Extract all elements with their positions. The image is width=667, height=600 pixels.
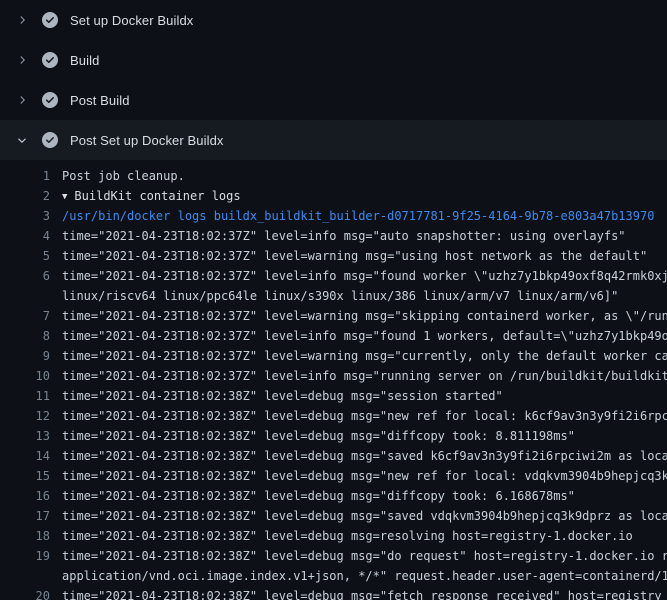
chevron-right-icon xyxy=(16,94,28,106)
log-line: 12time="2021-04-23T18:02:38Z" level=debu… xyxy=(0,406,667,426)
log-line: 5time="2021-04-23T18:02:37Z" level=warni… xyxy=(0,246,667,266)
line-number[interactable]: 19 xyxy=(0,546,50,566)
log-text: Post job cleanup. xyxy=(50,166,667,186)
check-circle-icon xyxy=(42,12,58,28)
check-circle-icon xyxy=(42,132,58,148)
log-line: 7time="2021-04-23T18:02:37Z" level=warni… xyxy=(0,306,667,326)
log-text: time="2021-04-23T18:02:37Z" level=warnin… xyxy=(50,306,667,326)
chevron-right-icon xyxy=(16,54,28,66)
log-section-header[interactable]: Build xyxy=(0,40,667,80)
line-number[interactable]: 10 xyxy=(0,366,50,386)
line-number[interactable]: 4 xyxy=(0,226,50,246)
log-line: 19time="2021-04-23T18:02:38Z" level=debu… xyxy=(0,546,667,566)
line-number[interactable]: 15 xyxy=(0,466,50,486)
log-section-header[interactable]: Post Build xyxy=(0,80,667,120)
section-label: Set up Docker Buildx xyxy=(70,13,193,28)
line-number[interactable]: 12 xyxy=(0,406,50,426)
check-circle-icon xyxy=(42,92,58,108)
log-line: 8time="2021-04-23T18:02:37Z" level=info … xyxy=(0,326,667,346)
log-line: 3/usr/bin/docker logs buildx_buildkit_bu… xyxy=(0,206,667,226)
log-lines: 1Post job cleanup.2 ▼ BuildKit container l… xyxy=(0,160,667,600)
line-number[interactable]: 18 xyxy=(0,526,50,546)
line-number[interactable]: 1 xyxy=(0,166,50,186)
log-group-title[interactable]: BuildKit container logs xyxy=(74,189,240,203)
log-text: time="2021-04-23T18:02:37Z" level=warnin… xyxy=(50,246,667,266)
check-circle-icon xyxy=(42,52,58,68)
log-group-toggle[interactable]: ▼ BuildKit container logs xyxy=(50,186,667,206)
chevron-right-icon xyxy=(14,92,30,108)
line-number[interactable]: 3 xyxy=(0,206,50,226)
log-line: 11time="2021-04-23T18:02:38Z" level=debu… xyxy=(0,386,667,406)
line-number[interactable]: 8 xyxy=(0,326,50,346)
log-text: linux/riscv64 linux/ppc64le linux/s390x … xyxy=(50,286,667,306)
log-text: time="2021-04-23T18:02:38Z" level=debug … xyxy=(50,406,667,426)
log-line: 13time="2021-04-23T18:02:38Z" level=debu… xyxy=(0,426,667,446)
line-number[interactable]: 5 xyxy=(0,246,50,266)
log-line: 17time="2021-04-23T18:02:38Z" level=debu… xyxy=(0,506,667,526)
chevron-right-icon xyxy=(14,12,30,28)
log-line: 9time="2021-04-23T18:02:37Z" level=warni… xyxy=(0,346,667,366)
log-line-continuation: linux/riscv64 linux/ppc64le linux/s390x … xyxy=(0,286,667,306)
line-number[interactable]: 16 xyxy=(0,486,50,506)
log-line: 2 ▼ BuildKit container logs xyxy=(0,186,667,206)
line-number[interactable]: 20 xyxy=(0,586,50,600)
chevron-right-icon xyxy=(14,52,30,68)
log-text: time="2021-04-23T18:02:37Z" level=info m… xyxy=(50,326,667,346)
check-circle-icon xyxy=(42,12,58,28)
line-number-empty xyxy=(0,566,50,586)
log-line: 10time="2021-04-23T18:02:37Z" level=info… xyxy=(0,366,667,386)
log-line: 15time="2021-04-23T18:02:38Z" level=debu… xyxy=(0,466,667,486)
disclosure-triangle-icon[interactable]: ▼ xyxy=(62,187,67,206)
line-number[interactable]: 14 xyxy=(0,446,50,466)
log-text: time="2021-04-23T18:02:38Z" level=debug … xyxy=(50,526,667,546)
log-text: time="2021-04-23T18:02:37Z" level=info m… xyxy=(50,366,667,386)
log-line: 18time="2021-04-23T18:02:38Z" level=debu… xyxy=(0,526,667,546)
line-number[interactable]: 11 xyxy=(0,386,50,406)
log-text: time="2021-04-23T18:02:38Z" level=debug … xyxy=(50,426,667,446)
check-circle-icon xyxy=(42,52,58,68)
log-text: time="2021-04-23T18:02:38Z" level=debug … xyxy=(50,486,667,506)
line-number[interactable]: 2 xyxy=(0,186,50,206)
log-text: time="2021-04-23T18:02:38Z" level=debug … xyxy=(50,446,667,466)
log-section-header[interactable]: Set up Docker Buildx xyxy=(0,0,667,40)
line-number[interactable]: 7 xyxy=(0,306,50,326)
line-number[interactable]: 9 xyxy=(0,346,50,366)
chevron-down-icon xyxy=(14,132,30,148)
log-text: time="2021-04-23T18:02:37Z" level=info m… xyxy=(50,226,667,246)
line-number-empty xyxy=(0,286,50,306)
log-text: time="2021-04-23T18:02:37Z" level=info m… xyxy=(50,266,667,286)
log-line: 16time="2021-04-23T18:02:38Z" level=debu… xyxy=(0,486,667,506)
chevron-right-icon xyxy=(16,14,28,26)
check-circle-icon xyxy=(42,132,58,148)
log-line: 1Post job cleanup. xyxy=(0,166,667,186)
log-text: time="2021-04-23T18:02:37Z" level=warnin… xyxy=(50,346,667,366)
log-line: 6time="2021-04-23T18:02:37Z" level=info … xyxy=(0,266,667,286)
log-text: time="2021-04-23T18:02:38Z" level=debug … xyxy=(50,386,667,406)
log-line: 4time="2021-04-23T18:02:37Z" level=info … xyxy=(0,226,667,246)
log-text: time="2021-04-23T18:02:38Z" level=debug … xyxy=(50,586,667,600)
workflow-log-viewer: Set up Docker Buildx Build Post Build Post … xyxy=(0,0,667,600)
sections: Set up Docker Buildx Build Post Build Post … xyxy=(0,0,667,160)
log-line-continuation: application/vnd.oci.image.index.v1+json,… xyxy=(0,566,667,586)
log-command-text: /usr/bin/docker logs buildx_buildkit_bui… xyxy=(50,206,667,226)
log-line: 20time="2021-04-23T18:02:38Z" level=debu… xyxy=(0,586,667,600)
log-text: time="2021-04-23T18:02:38Z" level=debug … xyxy=(50,506,667,526)
section-label: Post Set up Docker Buildx xyxy=(70,133,224,148)
section-label: Post Build xyxy=(70,93,130,108)
chevron-down-icon xyxy=(16,134,28,146)
log-text: time="2021-04-23T18:02:38Z" level=debug … xyxy=(50,546,667,566)
section-label: Build xyxy=(70,53,99,68)
line-number[interactable]: 17 xyxy=(0,506,50,526)
check-circle-icon xyxy=(42,92,58,108)
log-text: application/vnd.oci.image.index.v1+json,… xyxy=(50,566,667,586)
line-number[interactable]: 13 xyxy=(0,426,50,446)
log-section-header[interactable]: Post Set up Docker Buildx xyxy=(0,120,667,160)
line-number[interactable]: 6 xyxy=(0,266,50,286)
log-text: time="2021-04-23T18:02:38Z" level=debug … xyxy=(50,466,667,486)
log-line: 14time="2021-04-23T18:02:38Z" level=debu… xyxy=(0,446,667,466)
